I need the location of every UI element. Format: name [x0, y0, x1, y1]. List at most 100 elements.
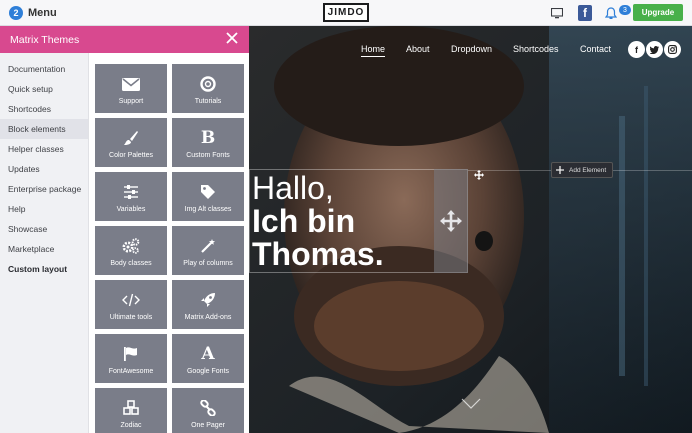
sidebar-item-label: Updates [8, 164, 40, 174]
sidebar-item-shortcodes[interactable]: Shortcodes [0, 99, 88, 119]
close-icon[interactable] [225, 31, 239, 45]
tile-label: Variables [116, 206, 146, 213]
facebook-icon[interactable]: f [578, 5, 592, 21]
rocket-icon [197, 290, 219, 310]
tile-custom-fonts[interactable]: B Custom Fonts [172, 118, 244, 167]
nav-home[interactable]: Home [361, 44, 386, 57]
block-elements-grid: Support Tutorials Color Palettes B Custo… [89, 53, 249, 433]
sidebar-item-label: Block elements [8, 124, 66, 134]
tile-variables[interactable]: Variables [95, 172, 167, 221]
sidebar-item-enterprise-package[interactable]: Enterprise package [0, 179, 88, 199]
tile-zodiac[interactable]: Zodiac [95, 388, 167, 433]
move-handle[interactable] [434, 169, 468, 273]
notifications-button[interactable]: 3 [605, 5, 631, 21]
envelope-icon [120, 74, 142, 94]
add-element-button[interactable]: Add Element [551, 162, 613, 178]
tile-play-of-columns[interactable]: Play of columns [172, 226, 244, 275]
sidebar-item-label: Documentation [8, 64, 66, 74]
code-icon [120, 290, 142, 310]
plus-icon [556, 166, 564, 174]
tile-img-alt-classes[interactable]: Img Alt classes [172, 172, 244, 221]
sidebar-item-documentation[interactable]: Documentation [0, 59, 88, 79]
sidebar-item-label: Help [8, 204, 26, 214]
jimdo-logo[interactable]: JIMDO [323, 3, 369, 22]
sidebar-item-marketplace[interactable]: Marketplace [0, 239, 88, 259]
flag-icon [120, 344, 142, 364]
cogs-icon [120, 236, 142, 256]
sidebar-item-block-elements[interactable]: Block elements [0, 119, 88, 139]
panel-header: Matrix Themes [0, 26, 249, 53]
tile-label: Support [118, 98, 144, 105]
headline-line-2: Ich bin [252, 203, 356, 239]
website-preview: Home About Dropdown Shortcodes Contact f… [249, 26, 692, 433]
menu-button[interactable]: 2 Menu [9, 5, 57, 20]
nav-dropdown[interactable]: Dropdown [451, 44, 492, 54]
cubes-icon [120, 398, 142, 418]
tile-label: Custom Fonts [186, 152, 230, 159]
nav-about[interactable]: About [406, 44, 430, 54]
chevron-down-icon[interactable] [461, 398, 481, 410]
tag-icon [197, 182, 219, 202]
sidebar-item-help[interactable]: Help [0, 199, 88, 219]
sidebar-item-label: Enterprise package [8, 184, 82, 194]
sidebar-item-quick-setup[interactable]: Quick setup [0, 79, 88, 99]
tile-label: Zodiac [120, 422, 142, 429]
paintbrush-icon [120, 128, 142, 148]
tile-label: Play of columns [183, 260, 233, 267]
twitter-social-icon[interactable] [646, 41, 663, 58]
tile-fontawesome[interactable]: FontAwesome [95, 334, 167, 383]
sidebar-item-label: Custom layout [8, 264, 68, 274]
sliders-icon [120, 182, 142, 202]
top-bar: 2 Menu JIMDO f 3 Upgrade [0, 0, 692, 26]
notification-count-badge: 3 [619, 5, 631, 15]
tile-label: Img Alt classes [184, 206, 232, 213]
sidebar-item-helper-classes[interactable]: Helper classes [0, 139, 88, 159]
headline-line-1: Hallo, [252, 170, 334, 206]
lifebuoy-icon [197, 74, 219, 94]
site-navigation: Home About Dropdown Shortcodes Contact [249, 44, 692, 60]
sidebar-item-label: Quick setup [8, 84, 53, 94]
link-icon [197, 398, 219, 418]
add-element-label: Add Element [569, 166, 607, 174]
tile-label: Google Fonts [186, 368, 230, 375]
tile-label: FontAwesome [108, 368, 154, 375]
sidebar-item-label: Marketplace [8, 244, 55, 254]
tile-matrix-add-ons[interactable]: Matrix Add-ons [172, 280, 244, 329]
panel-title: Matrix Themes [10, 33, 80, 46]
nav-shortcodes[interactable]: Shortcodes [513, 44, 559, 54]
sidebar-item-label: Shortcodes [8, 104, 51, 114]
menu-count-badge: 2 [9, 5, 23, 20]
hero-headline[interactable]: Hallo, Ich bin Thomas. [252, 172, 384, 271]
instagram-social-icon[interactable] [664, 41, 681, 58]
upgrade-button[interactable]: Upgrade [633, 4, 683, 21]
tile-one-pager[interactable]: One Pager [172, 388, 244, 433]
sidebar-item-updates[interactable]: Updates [0, 159, 88, 179]
sidebar-item-showcase[interactable]: Showcase [0, 219, 88, 239]
tile-label: Tutorials [194, 98, 222, 105]
tile-label: Body classes [110, 260, 152, 267]
sidebar-item-custom-layout[interactable]: Custom layout [0, 259, 88, 279]
facebook-social-icon[interactable]: f [628, 41, 645, 58]
tile-ultimate-tools[interactable]: Ultimate tools [95, 280, 167, 329]
tile-support[interactable]: Support [95, 64, 167, 113]
tile-tutorials[interactable]: Tutorials [172, 64, 244, 113]
font-a-icon: A [201, 344, 215, 364]
sidebar-item-label: Showcase [8, 224, 48, 234]
tile-label: One Pager [191, 422, 225, 429]
tile-label: Ultimate tools [109, 314, 153, 321]
tile-label: Matrix Add-ons [184, 314, 232, 321]
magic-wand-icon [197, 236, 219, 256]
sidebar-item-label: Helper classes [8, 144, 64, 154]
move-arrows-icon [440, 210, 462, 232]
tile-color-palettes[interactable]: Color Palettes [95, 118, 167, 167]
tile-label: Color Palettes [109, 152, 153, 159]
nav-contact[interactable]: Contact [580, 44, 611, 54]
bell-icon [605, 7, 617, 19]
desktop-preview-icon[interactable] [550, 5, 564, 21]
tile-body-classes[interactable]: Body classes [95, 226, 167, 275]
panel-sidebar: Documentation Quick setup Shortcodes Blo… [0, 53, 89, 433]
headline-line-3: Thomas. [252, 236, 384, 272]
menu-label: Menu [28, 6, 57, 19]
bold-b-icon: B [200, 128, 216, 148]
tile-google-fonts[interactable]: A Google Fonts [172, 334, 244, 383]
